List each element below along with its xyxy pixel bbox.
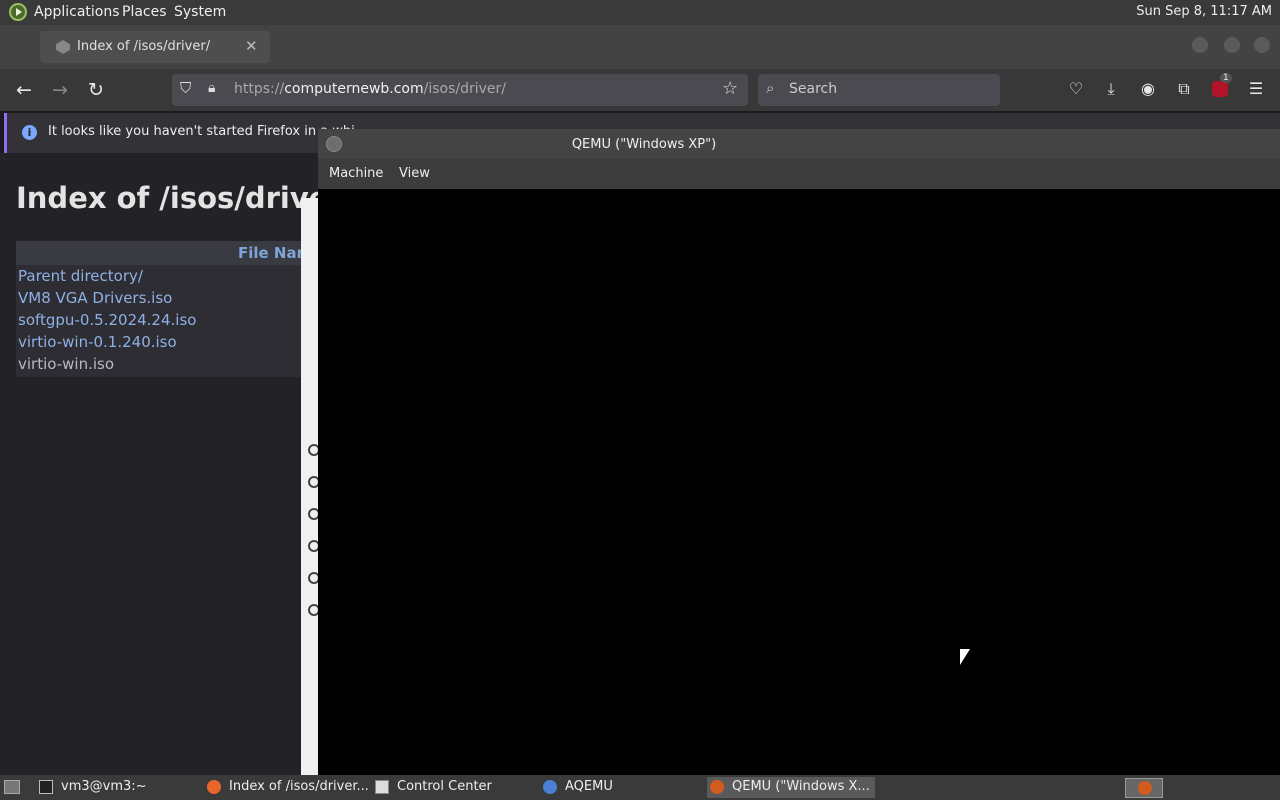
downloads-icon[interactable]: ⤓: [1100, 79, 1122, 101]
menu-icon[interactable]: ☰: [1245, 79, 1267, 101]
qemu-menubar: Machine View: [318, 159, 1280, 189]
lock-icon[interactable]: 🔒︎: [208, 80, 215, 96]
firefox-icon: [207, 780, 221, 794]
tab-title: Index of /isos/driver/: [77, 39, 211, 54]
task-control-center[interactable]: Control Center: [372, 777, 532, 798]
minimize-icon[interactable]: [1192, 37, 1208, 53]
url-bar[interactable]: ⛉ 🔒︎ https://computernewb.com/isos/drive…: [172, 74, 748, 106]
applications-menu[interactable]: Applications: [34, 4, 120, 20]
task-firefox[interactable]: Index of /isos/driver...: [204, 777, 369, 798]
qemu-title: QEMU ("Windows XP"): [571, 137, 717, 152]
task-terminal[interactable]: vm3@vm3:~: [36, 777, 196, 798]
bookmark-star-icon[interactable]: ☆: [722, 78, 738, 99]
clock[interactable]: Sun Sep 8, 11:17 AM: [1136, 4, 1272, 19]
aqemu-icon: [543, 780, 557, 794]
tab-index-of-isos-driver[interactable]: Index of /isos/driver/ ✕: [40, 31, 270, 63]
tab-close-icon[interactable]: ✕: [245, 37, 258, 55]
addon-badge: 1: [1220, 73, 1232, 83]
search-icon: ⌕: [766, 79, 775, 97]
search-bar[interactable]: ⌕ Search: [758, 74, 1000, 106]
qemu-window: QEMU ("Windows XP") Machine View: [318, 129, 1280, 775]
qemu-icon: [710, 780, 724, 794]
task-qemu[interactable]: QEMU ("Windows X...: [707, 777, 875, 798]
bottom-panel: vm3@vm3:~ Index of /isos/driver... Contr…: [0, 775, 1280, 800]
menu-machine[interactable]: Machine: [329, 166, 383, 181]
menu-view[interactable]: View: [399, 166, 430, 181]
forward-icon[interactable]: →: [47, 77, 73, 103]
control-center-icon: [375, 780, 389, 794]
back-icon[interactable]: ←: [11, 77, 37, 103]
mate-logo-icon[interactable]: [9, 3, 27, 21]
show-desktop-icon[interactable]: [4, 780, 20, 794]
file-link[interactable]: softgpu-0.5.2024.24.iso: [18, 311, 196, 329]
task-aqemu[interactable]: AQEMU: [540, 777, 700, 798]
column-header-file-name[interactable]: File Nam: [16, 241, 316, 265]
maximize-icon[interactable]: [1224, 37, 1240, 53]
qemu-icon: [1138, 781, 1152, 795]
terminal-icon: [39, 780, 53, 794]
background-window-edge[interactable]: [301, 198, 320, 775]
ublock-icon[interactable]: 1: [1209, 73, 1232, 101]
reload-icon[interactable]: ↻: [83, 77, 109, 103]
url-text: https://computernewb.com/isos/driver/: [234, 81, 507, 97]
top-panel: Applications Places System Sun Sep 8, 11…: [0, 0, 1280, 25]
workspace-switcher[interactable]: [1125, 778, 1163, 798]
shield-icon[interactable]: ⛉: [180, 79, 191, 97]
search-placeholder: Search: [789, 81, 838, 97]
site-favicon-icon: [56, 40, 70, 54]
file-link[interactable]: virtio-win.iso: [18, 355, 114, 373]
file-link[interactable]: Parent directory/: [18, 267, 143, 285]
file-table: File Nam Parent directory/ VM8 VGA Drive…: [16, 241, 316, 377]
navigation-toolbar: ← → ↻ ⛉ 🔒︎ https://computernewb.com/isos…: [0, 69, 1280, 111]
pocket-icon[interactable]: ♡: [1065, 79, 1087, 101]
file-link[interactable]: VM8 VGA Drivers.iso: [18, 289, 172, 307]
extensions-icon[interactable]: ⧉: [1173, 79, 1195, 101]
qemu-titlebar[interactable]: QEMU ("Windows XP"): [318, 129, 1280, 159]
close-window-icon[interactable]: [1254, 37, 1270, 53]
places-menu[interactable]: Places: [122, 4, 167, 20]
system-menu[interactable]: System: [174, 4, 226, 20]
vm-display[interactable]: [318, 189, 1280, 775]
mouse-cursor-icon: [960, 649, 970, 665]
file-link[interactable]: virtio-win-0.1.240.iso: [18, 333, 177, 351]
tab-strip: Index of /isos/driver/ ✕: [0, 25, 1280, 69]
account-icon[interactable]: ◉: [1137, 79, 1159, 101]
